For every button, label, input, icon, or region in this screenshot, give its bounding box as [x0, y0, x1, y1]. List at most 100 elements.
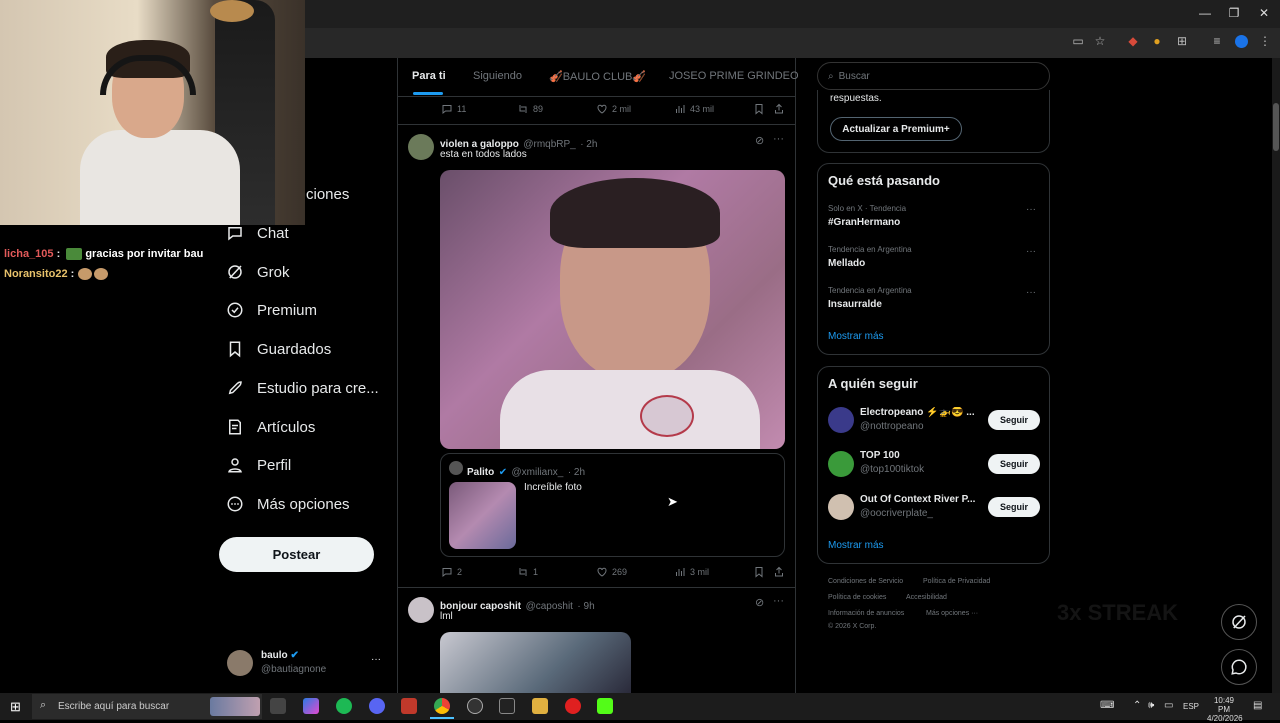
avatar[interactable] — [828, 407, 854, 433]
scrollbar[interactable] — [1272, 58, 1280, 693]
tweet-handle[interactable]: @caposhit — [526, 601, 573, 612]
tray-chevron-icon[interactable]: ⌃ — [1133, 700, 1141, 711]
cast-icon[interactable]: ▭ — [1070, 34, 1086, 48]
menu-icon[interactable]: ⋮ — [1257, 34, 1273, 48]
obs-icon[interactable] — [467, 698, 483, 714]
views-button[interactable]: 3 mil — [674, 566, 709, 578]
reply-button[interactable]: 11 — [441, 103, 466, 115]
footer-link[interactable]: Accesibilidad — [906, 594, 947, 601]
kick-icon[interactable] — [597, 698, 613, 714]
follow-button[interactable]: Seguir — [988, 454, 1040, 474]
opera-icon[interactable] — [565, 698, 581, 714]
network-icon[interactable]: ▭ — [1164, 700, 1173, 711]
follow-button[interactable]: Seguir — [988, 497, 1040, 517]
notification-icon[interactable]: ▤ — [1253, 700, 1262, 711]
like-button[interactable]: 269 — [596, 566, 627, 578]
nav-item-chat[interactable]: Chat — [226, 219, 289, 247]
tweet-handle[interactable]: @rmqbRP_ — [523, 139, 575, 150]
views-button[interactable]: 43 mil — [674, 103, 714, 115]
discord-icon[interactable] — [369, 698, 385, 714]
tab-following[interactable]: Siguiendo — [473, 70, 522, 82]
footer-link[interactable]: Política de Privacidad — [923, 578, 990, 585]
language-indicator[interactable]: ESP — [1183, 702, 1199, 711]
tab-joseo[interactable]: JOSEO PRIME GRINDEO — [669, 70, 799, 82]
file-explorer-icon[interactable] — [532, 698, 548, 714]
messages-button[interactable] — [1221, 649, 1257, 685]
avatar[interactable] — [408, 597, 434, 623]
post-button[interactable]: Postear — [219, 537, 374, 572]
more-options-icon[interactable]: ··· — [773, 595, 784, 607]
clock[interactable]: 10:49 PM 4/20/2026 — [1207, 696, 1243, 723]
trend-name[interactable]: Mellado — [828, 258, 865, 269]
follow-name[interactable]: Electropeano ⚡🚁😎 ... — [860, 407, 978, 418]
show-more-link[interactable]: Mostrar más — [828, 331, 884, 342]
footer-link[interactable]: Más opciones ··· — [926, 610, 978, 617]
chrome-icon[interactable] — [434, 698, 450, 714]
like-button[interactable]: 2 mil — [596, 103, 631, 115]
tab-baulo-club[interactable]: 🎻BAULO CLUB🎻 — [549, 70, 646, 83]
grok-icon[interactable]: ⊘ — [755, 596, 764, 609]
follow-button[interactable]: Seguir — [988, 410, 1040, 430]
volume-icon[interactable]: 🕪 — [1148, 700, 1154, 711]
search-input[interactable]: ⌕ Buscar — [817, 62, 1050, 90]
extension-icon[interactable]: ◆ — [1125, 34, 1141, 48]
repost-button[interactable]: 1 — [517, 566, 538, 578]
nav-item-creator-studio[interactable]: Estudio para cre... — [226, 374, 379, 402]
account-switcher[interactable]: baulo ✔ @bautiagnone ··· — [227, 648, 387, 680]
puzzle-icon[interactable]: ⊞ — [1174, 34, 1190, 48]
minimize-icon[interactable]: — — [1197, 6, 1213, 20]
scrollbar-thumb[interactable] — [1273, 103, 1279, 151]
more-options-icon[interactable]: ··· — [371, 654, 381, 665]
nav-item-bookmarks[interactable]: Guardados — [226, 335, 331, 363]
grok-icon[interactable]: ⊘ — [755, 134, 764, 147]
tweet-image[interactable] — [440, 170, 785, 449]
avatar[interactable] — [828, 494, 854, 520]
keyboard-icon[interactable]: ⌨ — [1100, 700, 1114, 711]
close-icon[interactable]: ✕ — [1256, 6, 1272, 20]
nav-item-profile[interactable]: Perfil — [226, 451, 291, 479]
media-icon[interactable]: ≡ — [1209, 34, 1225, 48]
windows-start-icon[interactable]: ⊞ — [10, 699, 21, 715]
trend-name[interactable]: #GranHermano — [828, 217, 900, 228]
taskbar-search[interactable]: ⌕ Escribe aquí para buscar — [32, 694, 262, 719]
star-icon[interactable]: ☆ — [1092, 34, 1108, 48]
trend-name[interactable]: Insaurralde — [828, 299, 882, 310]
reply-button[interactable]: 2 — [441, 566, 462, 578]
more-options-icon[interactable]: ··· — [1026, 246, 1036, 257]
task-view-icon[interactable] — [270, 698, 286, 714]
app-icon[interactable] — [401, 698, 417, 714]
capcut-icon[interactable] — [499, 698, 515, 714]
more-options-icon[interactable]: ··· — [773, 133, 784, 145]
footer-link[interactable]: Información de anuncios — [828, 610, 904, 617]
follow-name[interactable]: Out Of Context River P... — [860, 494, 978, 505]
nav-item-premium[interactable]: Premium — [226, 296, 317, 324]
copilot-icon[interactable] — [303, 698, 319, 714]
nav-item-more[interactable]: Más opciones — [226, 490, 350, 518]
repost-button[interactable]: 89 — [517, 103, 543, 115]
tab-for-you[interactable]: Para ti — [412, 70, 446, 82]
grok-button[interactable] — [1221, 604, 1257, 640]
profile-avatar-icon[interactable] — [1235, 35, 1248, 48]
avatar[interactable] — [828, 451, 854, 477]
tweet-image[interactable] — [440, 632, 631, 693]
more-options-icon[interactable]: ··· — [1026, 204, 1036, 215]
nav-item-articles[interactable]: Artículos — [226, 413, 315, 441]
bookmark-button[interactable] — [753, 566, 765, 578]
share-button[interactable] — [773, 566, 785, 578]
nav-item-grok[interactable]: Grok — [226, 258, 290, 286]
premium-card: respuestas. Actualizar a Premium+ — [817, 90, 1050, 153]
premium-button[interactable]: Actualizar a Premium+ — [830, 117, 962, 141]
nav-item-partial[interactable]: ciones — [306, 186, 349, 203]
extension-icon[interactable]: ● — [1149, 34, 1165, 48]
restore-icon[interactable]: ❐ — [1226, 6, 1242, 20]
spotify-icon[interactable] — [336, 698, 352, 714]
share-button[interactable] — [773, 103, 785, 115]
who-to-follow-card: A quién seguir Electropeano ⚡🚁😎 ... @not… — [817, 366, 1050, 564]
bookmark-button[interactable] — [753, 103, 765, 115]
follow-name[interactable]: TOP 100 — [860, 450, 900, 461]
show-more-link[interactable]: Mostrar más — [828, 540, 884, 551]
footer-link[interactable]: Condiciones de Servicio — [828, 578, 903, 585]
avatar[interactable] — [408, 134, 434, 160]
more-options-icon[interactable]: ··· — [1026, 287, 1036, 298]
footer-link[interactable]: Política de cookies — [828, 594, 886, 601]
